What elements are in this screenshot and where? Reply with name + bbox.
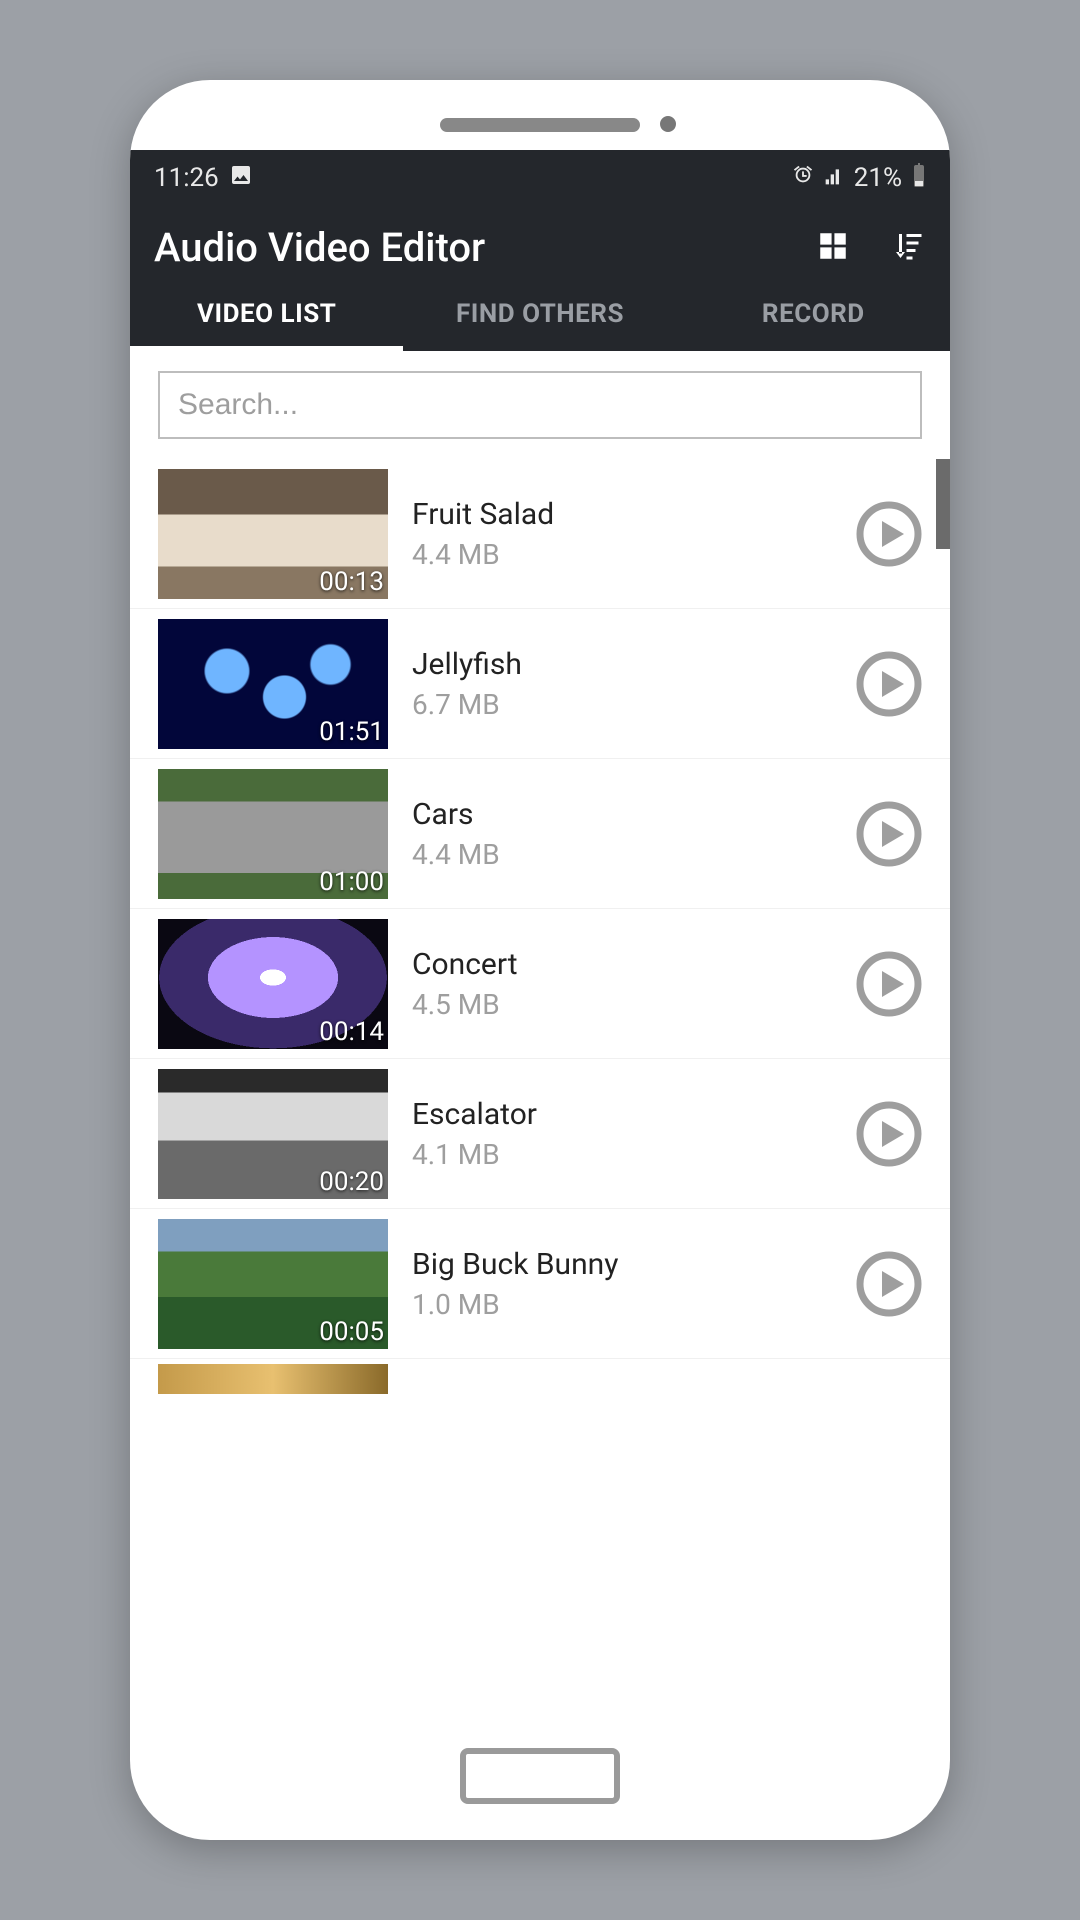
search-container <box>130 351 950 459</box>
video-item[interactable]: 00:14 Concert 4.5 MB <box>130 909 950 1059</box>
video-duration: 01:00 <box>319 867 384 897</box>
tabs: VIDEO LIST FIND OTHERS RECORD <box>130 281 950 351</box>
status-right: 21% <box>792 163 926 194</box>
video-item-partial[interactable] <box>130 1359 950 1399</box>
screen: 11:26 21% Audio Video Editor <box>130 150 950 1730</box>
tab-label: VIDEO LIST <box>197 299 336 329</box>
device-frame: 11:26 21% Audio Video Editor <box>130 80 950 1840</box>
status-time: 11:26 <box>154 163 219 193</box>
video-meta: Concert 4.5 MB <box>412 947 832 1021</box>
video-duration: 00:14 <box>319 1017 384 1047</box>
battery-percent: 21% <box>854 163 902 193</box>
video-size: 4.5 MB <box>412 988 832 1021</box>
grid-view-button[interactable] <box>816 229 850 267</box>
video-meta: Cars 4.4 MB <box>412 797 832 871</box>
video-size: 4.4 MB <box>412 838 832 871</box>
video-duration: 00:05 <box>319 1317 384 1347</box>
video-item[interactable]: 01:00 Cars 4.4 MB <box>130 759 950 909</box>
video-title: Big Buck Bunny <box>412 1247 832 1282</box>
status-left: 11:26 <box>154 163 253 194</box>
device-camera <box>660 116 676 132</box>
tab-record[interactable]: RECORD <box>677 281 950 351</box>
video-meta: Big Buck Bunny 1.0 MB <box>412 1247 832 1321</box>
device-speaker <box>440 118 640 132</box>
thumbnail[interactable]: 01:51 <box>158 619 388 749</box>
video-size: 6.7 MB <box>412 688 832 721</box>
alarm-icon <box>792 163 814 193</box>
video-item[interactable]: 00:20 Escalator 4.1 MB <box>130 1059 950 1209</box>
video-size: 4.4 MB <box>412 538 832 571</box>
play-button[interactable] <box>856 501 922 567</box>
video-item[interactable]: 00:05 Big Buck Bunny 1.0 MB <box>130 1209 950 1359</box>
video-list[interactable]: 00:13 Fruit Salad 4.4 MB 01:51 Jellyfish 6.7 … <box>130 459 950 1730</box>
app-header: Audio Video Editor <box>130 206 950 281</box>
thumbnail[interactable]: 00:05 <box>158 1219 388 1349</box>
image-icon <box>229 163 253 194</box>
video-meta: Fruit Salad 4.4 MB <box>412 497 832 571</box>
thumbnail[interactable]: 00:20 <box>158 1069 388 1199</box>
tab-find-others[interactable]: FIND OTHERS <box>403 281 676 351</box>
tab-video-list[interactable]: VIDEO LIST <box>130 281 403 351</box>
video-meta: Jellyfish 6.7 MB <box>412 647 832 721</box>
play-button[interactable] <box>856 1251 922 1317</box>
play-button[interactable] <box>856 951 922 1017</box>
app-title: Audio Video Editor <box>154 224 485 271</box>
video-meta: Escalator 4.1 MB <box>412 1097 832 1171</box>
video-size: 1.0 MB <box>412 1288 832 1321</box>
search-input[interactable] <box>158 371 922 439</box>
video-item[interactable]: 00:13 Fruit Salad 4.4 MB <box>130 459 950 609</box>
video-item[interactable]: 01:51 Jellyfish 6.7 MB <box>130 609 950 759</box>
video-duration: 00:13 <box>319 567 384 597</box>
video-title: Cars <box>412 797 832 832</box>
signal-icon <box>824 163 844 193</box>
play-button[interactable] <box>856 1101 922 1167</box>
battery-icon <box>912 163 926 194</box>
video-title: Jellyfish <box>412 647 832 682</box>
thumbnail[interactable]: 00:13 <box>158 469 388 599</box>
scrollbar-thumb[interactable] <box>936 459 950 549</box>
device-home-button[interactable] <box>460 1748 620 1804</box>
video-title: Fruit Salad <box>412 497 832 532</box>
tab-label: RECORD <box>762 299 865 329</box>
thumbnail <box>158 1364 388 1394</box>
play-button[interactable] <box>856 651 922 717</box>
status-bar: 11:26 21% <box>130 150 950 206</box>
video-title: Concert <box>412 947 832 982</box>
video-duration: 00:20 <box>319 1167 384 1197</box>
header-actions <box>816 228 926 268</box>
thumbnail[interactable]: 00:14 <box>158 919 388 1049</box>
play-button[interactable] <box>856 801 922 867</box>
video-duration: 01:51 <box>319 717 384 747</box>
tab-label: FIND OTHERS <box>456 299 624 329</box>
thumbnail[interactable]: 01:00 <box>158 769 388 899</box>
video-size: 4.1 MB <box>412 1138 832 1171</box>
sort-button[interactable] <box>890 228 926 268</box>
video-title: Escalator <box>412 1097 832 1132</box>
